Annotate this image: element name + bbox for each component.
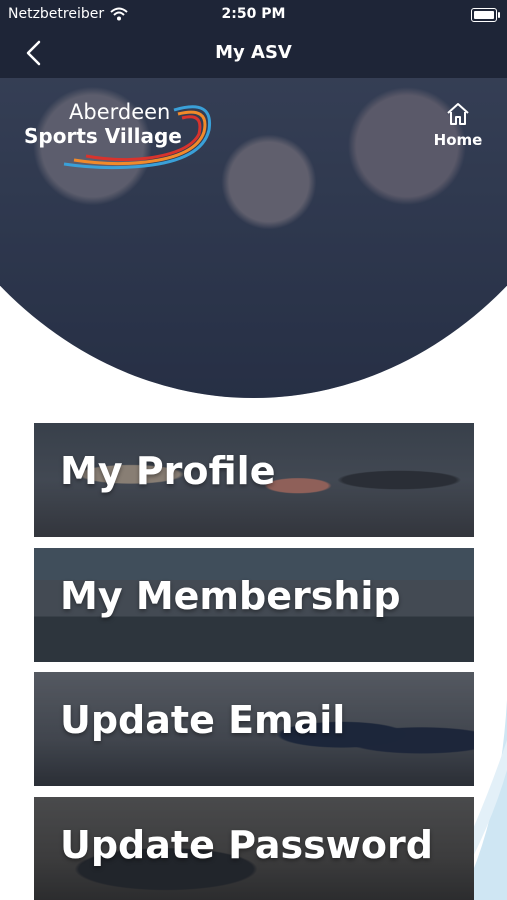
update-email-label: Update Email [60,698,346,742]
logo-text-line1: Aberdeen [69,100,171,124]
my-profile-label: My Profile [60,449,276,493]
logo-text-line2: Sports Village [24,124,182,148]
home-button[interactable]: Home [430,102,486,149]
update-password-label: Update Password [60,823,433,867]
update-email-card[interactable]: Update Email [34,672,474,786]
my-profile-card[interactable]: My Profile [34,423,474,537]
aberdeen-sports-village-logo: Aberdeen Sports Village [24,100,224,180]
update-password-card[interactable]: Update Password [34,797,474,900]
status-time: 2:50 PM [221,6,286,22]
page-title: My ASV [215,42,292,63]
home-label: Home [433,131,483,149]
nav-bar: My ASV [0,30,507,78]
my-membership-card[interactable]: My Membership [34,548,474,662]
home-icon [447,103,469,125]
my-membership-label: My Membership [60,574,401,618]
status-bar: Netzbetreiber 2:50 PM [0,0,507,30]
battery-icon [471,8,500,22]
